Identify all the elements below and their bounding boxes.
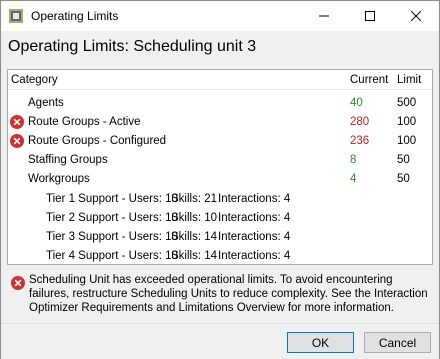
error-icon — [11, 276, 25, 290]
column-header-current[interactable]: Current — [350, 74, 388, 86]
workgroup-interactions: Interactions: 4 — [218, 193, 291, 205]
workgroup-interactions: Interactions: 4 — [218, 212, 291, 224]
close-icon — [411, 11, 421, 21]
page-title: Operating Limits: Scheduling unit 3 — [8, 38, 257, 55]
workgroup-skills: Skills: 21 — [171, 193, 218, 205]
row-limit: 100 — [397, 116, 417, 128]
workgroup-interactions: Interactions: 4 — [218, 231, 291, 243]
table-header: Category Current Limit — [8, 70, 432, 90]
maximize-button[interactable] — [347, 1, 393, 31]
row-current: 8 — [350, 154, 357, 166]
title-bar: Operating Limits — [1, 1, 439, 31]
workgroup-team: Tier 3 Support - Users: 10 — [46, 231, 178, 243]
workgroup-team: Tier 4 Support - Users: 10 — [46, 250, 178, 262]
app-icon — [9, 9, 23, 23]
column-header-limit[interactable]: Limit — [397, 74, 421, 86]
row-name: Route Groups - Active — [28, 116, 141, 128]
table-row[interactable]: Agents 40 500 — [8, 94, 432, 112]
row-limit: 50 — [397, 173, 410, 185]
workgroup-skills: Skills: 10 — [171, 212, 218, 224]
workgroup-skills: Skills: 14 — [171, 250, 218, 262]
row-name: Staffing Groups — [28, 154, 108, 166]
warning-message: Scheduling Unit has exceeded operational… — [29, 274, 428, 314]
limits-table: Category Current Limit Agents 40 500 Rou… — [7, 69, 433, 265]
ok-button[interactable]: OK — [287, 332, 354, 353]
row-current: 280 — [350, 116, 370, 128]
table-row[interactable]: Staffing Groups 8 50 — [8, 151, 432, 169]
workgroup-team: Tier 1 Support - Users: 10 — [46, 193, 178, 205]
minimize-button[interactable] — [301, 1, 347, 31]
table-row[interactable]: Workgroups 4 50 — [8, 170, 432, 188]
dialog-window: Operating Limits Operating Limits: Sched… — [0, 0, 440, 359]
column-header-category[interactable]: Category — [11, 74, 58, 86]
cancel-button[interactable]: Cancel — [364, 332, 431, 353]
table-row[interactable]: Route Groups - Active 280 100 — [8, 113, 432, 131]
row-current: 40 — [350, 97, 363, 109]
window-title: Operating Limits — [31, 9, 119, 23]
row-limit: 50 — [397, 154, 410, 166]
minimize-icon — [319, 15, 329, 17]
error-icon — [10, 115, 24, 129]
workgroup-team: Tier 2 Support - Users: 10 — [46, 212, 178, 224]
row-limit: 500 — [397, 97, 417, 109]
error-icon — [10, 134, 24, 148]
row-name: Workgroups — [28, 173, 90, 185]
workgroup-skills: Skills: 14 — [171, 231, 218, 243]
row-name: Agents — [28, 97, 64, 109]
workgroup-interactions: Interactions: 4 — [218, 250, 291, 262]
row-name: Route Groups - Configured — [28, 135, 167, 147]
close-button[interactable] — [393, 1, 439, 31]
row-current: 4 — [350, 173, 357, 185]
button-bar: OK Cancel — [1, 323, 439, 359]
maximize-icon — [365, 11, 375, 21]
row-limit: 100 — [397, 135, 417, 147]
table-row[interactable]: Route Groups - Configured 236 100 — [8, 132, 432, 150]
row-current: 236 — [350, 135, 370, 147]
